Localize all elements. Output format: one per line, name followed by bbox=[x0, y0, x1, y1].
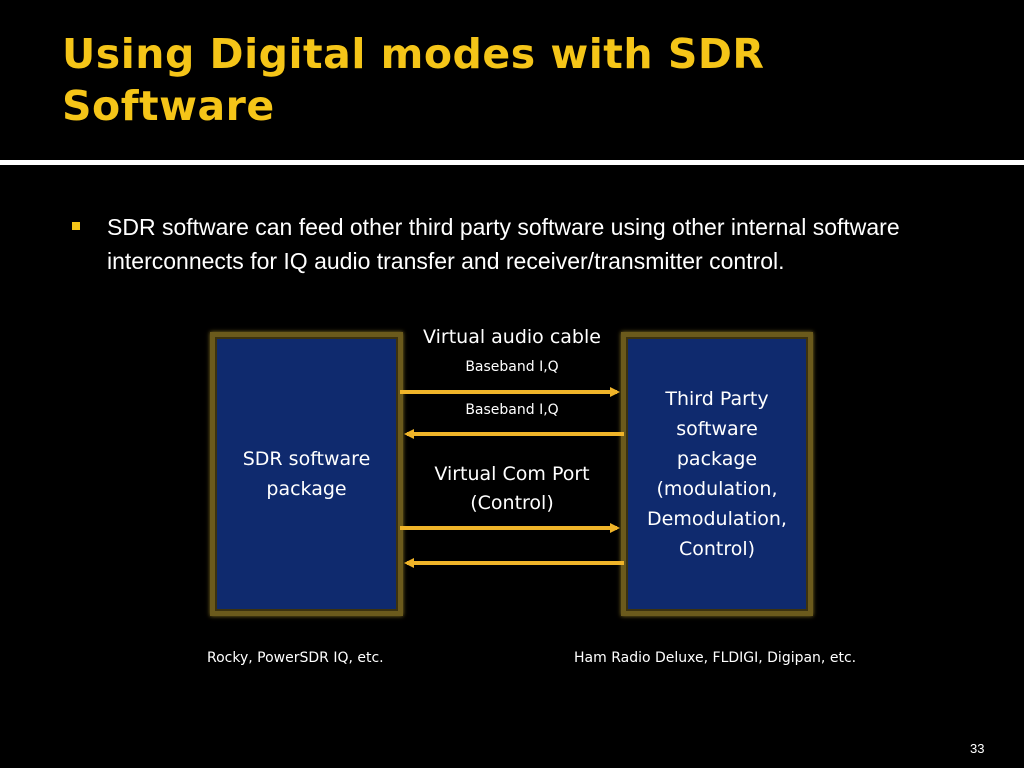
sdr-software-label: SDR software package bbox=[242, 448, 371, 500]
virtual-com-port-label: Virtual Com Port (Control) bbox=[434, 463, 590, 514]
slide-title: Using Digital modes with SDR Software bbox=[62, 30, 765, 130]
sdr-software-examples-caption: Rocky, PowerSDR IQ, etc. bbox=[207, 650, 384, 666]
third-party-examples-caption: Ham Radio Deluxe, FLDIGI, Digipan, etc. bbox=[574, 650, 857, 666]
sdr-software-box: SDR software package bbox=[210, 332, 403, 616]
bullet-text: SDR software can feed other third party … bbox=[107, 214, 900, 274]
third-party-software-box: Third Party software package (modulation… bbox=[621, 332, 813, 616]
bullet-square-icon bbox=[72, 222, 80, 230]
page-number: 33 bbox=[970, 741, 985, 756]
virtual-audio-cable-label: Virtual audio cable bbox=[423, 326, 601, 348]
baseband-iq-label-2: Baseband I,Q bbox=[465, 402, 559, 418]
baseband-iq-label-1: Baseband I,Q bbox=[465, 359, 559, 375]
title-divider bbox=[0, 160, 1024, 165]
third-party-software-label: Third Party software package (modulation… bbox=[647, 388, 787, 560]
